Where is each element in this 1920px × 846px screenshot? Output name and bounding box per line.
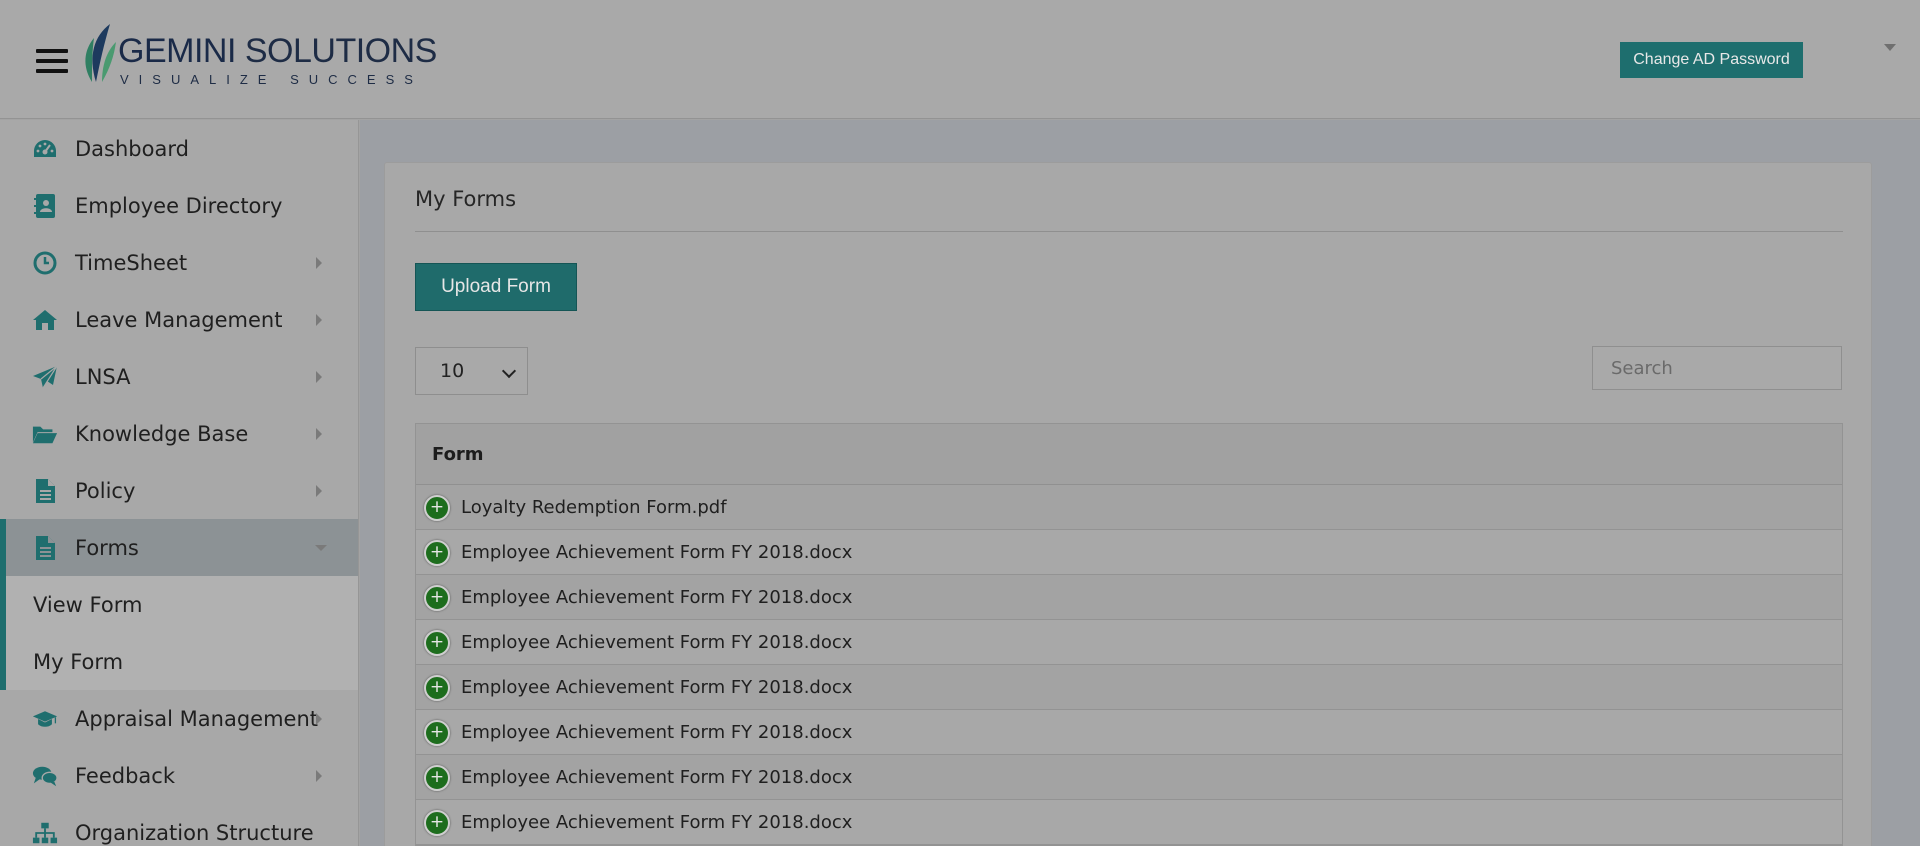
forms-table: Form + Loyalty Redemption Form.pdf + Emp… — [415, 423, 1843, 846]
sidebar-item-policy[interactable]: Policy — [0, 462, 358, 519]
sidebar-item-label: Appraisal Management — [75, 706, 319, 731]
chevron-right-icon — [316, 484, 322, 497]
form-filename[interactable]: Employee Achievement Form FY 2018.docx — [461, 632, 852, 653]
form-filename[interactable]: Employee Achievement Form FY 2018.docx — [461, 587, 852, 608]
sidebar-item-label: TimeSheet — [75, 250, 188, 275]
user-menu-caret-icon[interactable] — [1884, 44, 1896, 51]
chevron-right-icon — [316, 370, 322, 383]
sidebar-subitem-view-form[interactable]: View Form — [0, 576, 358, 633]
chevron-right-icon — [316, 769, 322, 782]
expand-row-icon[interactable]: + — [424, 720, 450, 746]
home-icon — [32, 308, 58, 332]
sidebar-item-appraisal-management[interactable]: Appraisal Management — [0, 690, 358, 747]
divider — [415, 231, 1843, 232]
sidebar-item-label: Dashboard — [75, 136, 189, 161]
form-filename[interactable]: Employee Achievement Form FY 2018.docx — [461, 722, 852, 743]
chevron-down-icon — [501, 363, 517, 379]
table-header: Form — [416, 424, 1842, 485]
chevron-right-icon — [316, 256, 322, 269]
top-header: GEMINI SOLUTIONS VISUALIZE SUCCESS Chang… — [0, 0, 1920, 119]
chevron-right-icon — [316, 427, 322, 440]
sidebar-item-label: Forms — [75, 535, 139, 560]
table-body: + Loyalty Redemption Form.pdf + Employee… — [416, 485, 1842, 845]
form-filename[interactable]: Loyalty Redemption Form.pdf — [461, 497, 727, 518]
sidebar-item-label: Organization Structure — [75, 820, 314, 845]
hamburger-menu-icon[interactable] — [36, 49, 68, 77]
leaf-logo-icon — [85, 24, 116, 82]
contact-book-icon — [32, 194, 58, 218]
sidebar-item-label: Employee Directory — [75, 193, 283, 218]
sidebar-item-label: LNSA — [75, 364, 131, 389]
sidebar-item-label: Knowledge Base — [75, 421, 249, 446]
sidebar-item-organization-structure[interactable]: Organization Structure — [0, 804, 358, 846]
sidebar-item-dashboard[interactable]: Dashboard — [0, 120, 358, 177]
form-filename[interactable]: Employee Achievement Form FY 2018.docx — [461, 542, 852, 563]
sidebar-item-employee-directory[interactable]: Employee Directory — [0, 177, 358, 234]
page-size-select[interactable]: 10 — [415, 347, 528, 395]
sidebar-item-leave-management[interactable]: Leave Management — [0, 291, 358, 348]
expand-row-icon[interactable]: + — [424, 675, 450, 701]
table-row: + Employee Achievement Form FY 2018.docx — [416, 665, 1842, 710]
expand-row-icon[interactable]: + — [424, 810, 450, 836]
table-row: + Employee Achievement Form FY 2018.docx — [416, 710, 1842, 755]
dashboard-icon — [32, 137, 58, 161]
sidebar-subitem-label: View Form — [33, 592, 143, 617]
form-filename[interactable]: Employee Achievement Form FY 2018.docx — [461, 677, 852, 698]
form-filename[interactable]: Employee Achievement Form FY 2018.docx — [461, 812, 852, 833]
table-row: + Employee Achievement Form FY 2018.docx — [416, 755, 1842, 800]
column-header-form[interactable]: Form — [432, 444, 484, 465]
comments-icon — [32, 764, 58, 788]
page-size-value: 10 — [440, 360, 465, 382]
sidebar-item-label: Policy — [75, 478, 136, 503]
document-icon — [32, 536, 58, 560]
expand-row-icon[interactable]: + — [424, 540, 450, 566]
my-forms-card: My Forms Upload Form 10 Form + Loyalty R… — [384, 162, 1872, 846]
expand-row-icon[interactable]: + — [424, 495, 450, 521]
sidebar-item-lnsa[interactable]: LNSA — [0, 348, 358, 405]
paper-plane-icon — [32, 365, 58, 389]
sidebar-item-label: Feedback — [75, 763, 176, 788]
logo-tagline: VISUALIZE SUCCESS — [120, 72, 423, 87]
sidebar-item-label: Leave Management — [75, 307, 283, 332]
sidebar-subitem-label: My Form — [33, 649, 124, 674]
expand-row-icon[interactable]: + — [424, 765, 450, 791]
company-logo[interactable]: GEMINI SOLUTIONS VISUALIZE SUCCESS — [80, 22, 437, 92]
table-row: + Employee Achievement Form FY 2018.docx — [416, 800, 1842, 845]
table-row: + Employee Achievement Form FY 2018.docx — [416, 575, 1842, 620]
chevron-right-icon — [316, 712, 322, 725]
sidebar: Dashboard Employee Directory TimeSheet L… — [0, 120, 359, 846]
sidebar-item-forms[interactable]: Forms — [0, 519, 358, 576]
change-ad-password-button[interactable]: Change AD Password — [1620, 42, 1803, 78]
chevron-right-icon — [316, 313, 322, 326]
table-row: + Employee Achievement Form FY 2018.docx — [416, 620, 1842, 665]
page-title: My Forms — [415, 187, 517, 211]
form-filename[interactable]: Employee Achievement Form FY 2018.docx — [461, 767, 852, 788]
expand-row-icon[interactable]: + — [424, 585, 450, 611]
sidebar-item-knowledge-base[interactable]: Knowledge Base — [0, 405, 358, 462]
upload-form-button[interactable]: Upload Form — [415, 263, 577, 311]
chevron-down-icon — [315, 544, 327, 551]
sitemap-icon — [32, 821, 58, 845]
sidebar-item-timesheet[interactable]: TimeSheet — [0, 234, 358, 291]
folder-open-icon — [32, 422, 58, 446]
clock-icon — [32, 251, 58, 275]
expand-row-icon[interactable]: + — [424, 630, 450, 656]
document-icon — [32, 479, 58, 503]
sidebar-item-feedback[interactable]: Feedback — [0, 747, 358, 804]
table-row: + Loyalty Redemption Form.pdf — [416, 485, 1842, 530]
main-content: My Forms Upload Form 10 Form + Loyalty R… — [360, 120, 1920, 846]
logo-wordmark: GEMINI SOLUTIONS — [118, 32, 437, 70]
search-input[interactable] — [1592, 346, 1842, 390]
table-row: + Employee Achievement Form FY 2018.docx — [416, 530, 1842, 575]
graduation-cap-icon — [32, 707, 58, 731]
sidebar-subitem-my-form[interactable]: My Form — [0, 633, 358, 690]
